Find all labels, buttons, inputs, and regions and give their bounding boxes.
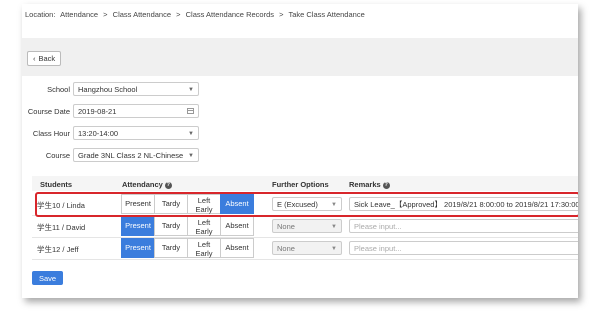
further-options-select[interactable]: E (Excused) ▼ <box>272 197 342 211</box>
tardy-option[interactable]: Tardy <box>154 238 188 258</box>
back-button[interactable]: ‹ Back <box>27 51 62 66</box>
school-value: Hangzhou School <box>78 84 138 94</box>
chevron-down-icon: ▼ <box>331 246 337 252</box>
school-label: School <box>47 84 70 94</box>
tardy-option[interactable]: Tardy <box>154 216 188 236</box>
chevron-down-icon: ▼ <box>188 87 194 93</box>
course-date-row: Course Date 2019-08-21 <box>22 104 199 118</box>
header-students: Students <box>40 180 73 189</box>
chevron-left-icon: ‹ <box>33 54 36 63</box>
absent-option[interactable]: Absent <box>220 216 254 236</box>
student-name: 学生10 / Linda <box>37 201 85 210</box>
app-window: Location: Attendance > Class Attendance … <box>22 4 578 298</box>
further-options-select[interactable]: None ▼ <box>272 241 342 255</box>
class-hour-row: Class Hour 13:20-14:00 ▼ <box>22 126 199 140</box>
left-early-option[interactable]: Left Early <box>187 194 221 214</box>
further-options-value: None <box>277 243 295 253</box>
question-circle-icon[interactable]: ? <box>164 181 172 189</box>
left-early-line2: Early <box>195 227 213 236</box>
breadcrumb-separator: > <box>103 10 108 19</box>
toolbar-band <box>22 38 578 76</box>
header-attendancy-label: Attendancy <box>122 180 163 189</box>
breadcrumb-item-class-attendance-records[interactable]: Class Attendance Records <box>186 10 274 19</box>
left-early-line1: Left <box>197 196 211 205</box>
tardy-option[interactable]: Tardy <box>154 194 188 214</box>
attendancy-toggle: Present Tardy Left Early Absent <box>121 238 254 258</box>
course-date-input[interactable]: 2019-08-21 <box>73 104 199 118</box>
left-early-option[interactable]: Left Early <box>187 238 221 258</box>
table-row: 学生10 / Linda Present Tardy Left Early Abs… <box>32 193 578 216</box>
course-date-label: Course Date <box>27 106 70 116</box>
school-select[interactable]: Hangzhou School ▼ <box>73 82 199 96</box>
course-row: Course Grade 3NL Class 2 NL-Chinese ▼ <box>22 148 199 162</box>
left-early-line1: Left <box>197 240 211 249</box>
header-remarks: Remarks? <box>349 180 390 189</box>
further-options-value: E (Excused) <box>277 199 318 209</box>
question-circle-icon[interactable]: ? <box>382 181 390 189</box>
course-label: Course <box>45 150 70 160</box>
breadcrumb-separator: > <box>279 10 284 19</box>
present-option[interactable]: Present <box>121 216 155 236</box>
class-hour-select[interactable]: 13:20-14:00 ▼ <box>73 126 199 140</box>
breadcrumb-item-attendance[interactable]: Attendance <box>60 10 98 19</box>
course-select[interactable]: Grade 3NL Class 2 NL-Chinese ▼ <box>73 148 199 162</box>
further-options-select[interactable]: None ▼ <box>272 219 342 233</box>
school-row: School Hangzhou School ▼ <box>22 82 199 96</box>
left-early-line1: Left <box>197 218 211 227</box>
back-button-label: Back <box>38 54 56 63</box>
student-name: 学生12 / Jeff <box>37 245 79 254</box>
chevron-down-icon: ▼ <box>331 224 337 230</box>
chevron-down-icon: ▼ <box>331 202 337 208</box>
breadcrumb: Location: Attendance > Class Attendance … <box>25 10 368 19</box>
header-remarks-label: Remarks <box>349 180 381 189</box>
breadcrumb-item-take-class-attendance: Take Class Attendance <box>288 10 365 19</box>
header-further-options: Further Options <box>272 180 329 189</box>
further-options-value: None <box>277 221 295 231</box>
course-value: Grade 3NL Class 2 NL-Chinese <box>78 150 184 160</box>
left-early-option[interactable]: Left Early <box>187 216 221 236</box>
chevron-down-icon: ▼ <box>188 153 194 159</box>
absent-option[interactable]: Absent <box>220 238 254 258</box>
course-date-value: 2019-08-21 <box>78 106 117 116</box>
class-hour-label: Class Hour <box>32 128 70 138</box>
calendar-icon[interactable] <box>187 108 194 114</box>
left-early-line2: Early <box>195 205 213 214</box>
remarks-input[interactable]: Please input... <box>349 219 578 233</box>
table-row: 学生11 / David Present Tardy Left Early Abs… <box>32 215 578 238</box>
class-hour-value: 13:20-14:00 <box>78 128 119 138</box>
absent-option[interactable]: Absent <box>220 194 254 214</box>
left-early-line2: Early <box>195 249 213 258</box>
present-option[interactable]: Present <box>121 194 155 214</box>
breadcrumb-prefix: Location: <box>25 10 56 19</box>
present-option[interactable]: Present <box>121 238 155 258</box>
breadcrumb-separator: > <box>176 10 181 19</box>
header-attendancy: Attendancy? <box>122 180 172 189</box>
remarks-input[interactable]: Please input... <box>349 241 578 255</box>
attendancy-toggle: Present Tardy Left Early Absent <box>121 194 254 214</box>
breadcrumb-item-class-attendance[interactable]: Class Attendance <box>113 10 171 19</box>
chevron-down-icon: ▼ <box>188 131 194 137</box>
remarks-input[interactable]: Sick Leave_【Approved】 2019/8/21 8:00:00 … <box>349 197 578 211</box>
table-row: 学生12 / Jeff Present Tardy Left Early Abse… <box>32 237 578 260</box>
student-name: 学生11 / David <box>37 223 86 232</box>
attendancy-toggle: Present Tardy Left Early Absent <box>121 216 254 236</box>
save-button[interactable]: Save <box>32 271 64 285</box>
